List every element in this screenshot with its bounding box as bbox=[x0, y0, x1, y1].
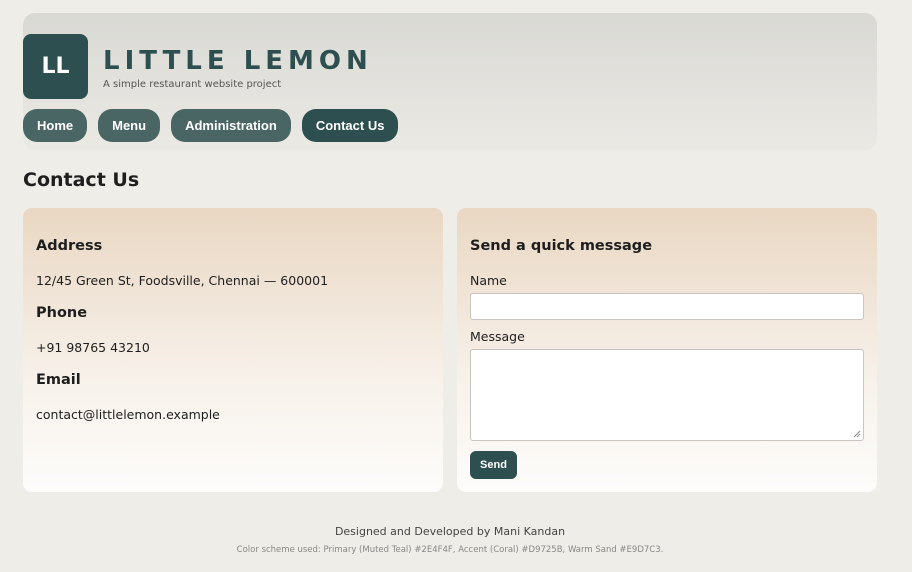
name-label: Name bbox=[470, 273, 507, 288]
footer-color-note: Color scheme used: Primary (Muted Teal) … bbox=[236, 545, 664, 555]
brand-subtitle: A simple restaurant website project bbox=[103, 79, 282, 90]
message-label: Message bbox=[470, 329, 525, 344]
email-heading: Email bbox=[36, 372, 81, 388]
nav-contact-us[interactable]: Contact Us bbox=[301, 109, 399, 142]
main-nav: Home Menu Administration Contact Us bbox=[23, 109, 399, 142]
email-text: contact@littlelemon.example bbox=[36, 407, 220, 422]
send-button[interactable]: Send bbox=[470, 451, 517, 479]
page-title: Contact Us bbox=[23, 169, 140, 191]
phone-text: +91 98765 43210 bbox=[36, 340, 150, 355]
contact-info-card: Address 12/45 Green St, Foodsville, Chen… bbox=[23, 208, 443, 492]
name-input[interactable] bbox=[470, 293, 864, 320]
site-header: LL LITTLE LEMON A simple restaurant webs… bbox=[23, 13, 877, 150]
form-heading: Send a quick message bbox=[470, 238, 653, 254]
footer-credit: Designed and Developed by Mani Kandan bbox=[334, 525, 566, 538]
nav-menu[interactable]: Menu bbox=[98, 109, 161, 142]
nav-administration[interactable]: Administration bbox=[171, 109, 291, 142]
resize-handle-icon[interactable] bbox=[853, 430, 861, 438]
address-heading: Address bbox=[36, 238, 103, 254]
nav-home[interactable]: Home bbox=[23, 109, 88, 142]
message-textarea[interactable] bbox=[470, 349, 864, 441]
address-text: 12/45 Green St, Foodsville, Chennai — 60… bbox=[36, 273, 329, 288]
logo[interactable]: LL bbox=[23, 34, 88, 99]
brand-title: LITTLE LEMON bbox=[103, 46, 373, 76]
phone-heading: Phone bbox=[36, 305, 88, 321]
message-form-card: Send a quick message Name Message Send bbox=[457, 208, 877, 492]
